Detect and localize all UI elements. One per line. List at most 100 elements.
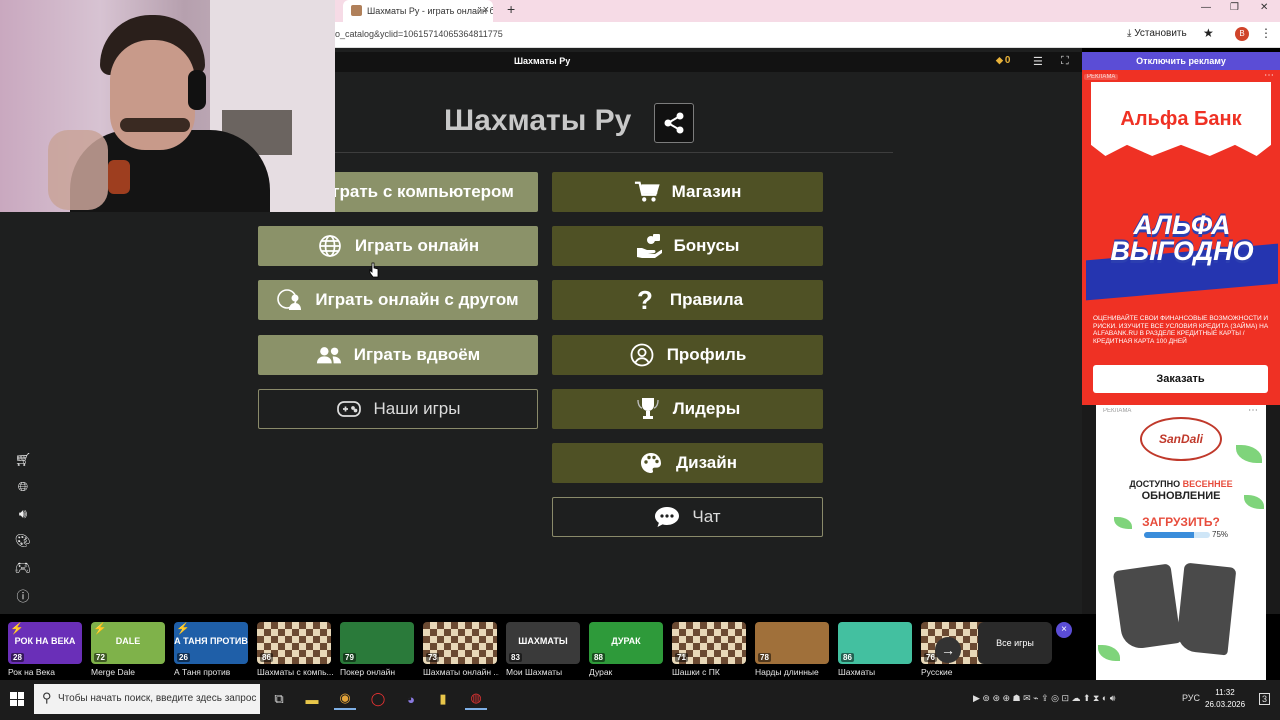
gamepad-icon[interactable]: 🎮︎ — [10, 555, 36, 581]
game-name[interactable]: Русские — [921, 667, 997, 677]
rules-button[interactable]: ? Правила — [552, 280, 823, 320]
menu-icon[interactable]: ☰ — [1033, 55, 1043, 68]
all-games-button[interactable]: Все игры — [978, 622, 1052, 664]
game-header-title: Шахматы Ру — [514, 56, 571, 66]
button-label: Лидеры — [672, 399, 741, 418]
clock-time: 11:32 — [1215, 688, 1235, 697]
game-name[interactable]: Шахматы — [838, 667, 914, 677]
chrome-icon[interactable]: ◉ — [334, 688, 356, 710]
ad-menu-icon[interactable]: ⋯ — [1264, 70, 1274, 81]
bonuses-button[interactable]: Бонусы — [552, 226, 823, 266]
site-favicon-icon — [351, 5, 362, 16]
order-button[interactable]: Заказать — [1093, 365, 1268, 393]
browser-menu-icon[interactable]: ⋮ — [1260, 26, 1272, 40]
next-arrow-icon[interactable]: → — [935, 637, 961, 663]
game-name[interactable]: Merge Dale — [91, 667, 167, 677]
game-card[interactable]: 71 — [672, 622, 746, 664]
leaders-button[interactable]: Лидеры — [552, 389, 823, 429]
coin-counter[interactable]: 0 — [996, 55, 1011, 66]
game-rating: 71 — [675, 653, 688, 662]
play-online-button[interactable]: Играть онлайн — [258, 226, 538, 266]
game-rating: 88 — [592, 653, 605, 662]
share-button[interactable] — [654, 103, 694, 143]
load-percent: 75% — [1212, 530, 1229, 539]
taskbar-clock[interactable]: 11:32 26.03.2026 — [1205, 687, 1245, 711]
address-bar: o_catalog&yclid=10615714065364811775 Уст… — [335, 22, 1280, 48]
profile-button[interactable]: Профиль — [552, 335, 823, 375]
button-label: Играть с компьютером — [320, 182, 514, 201]
game-card[interactable]: ДУРАК 88 — [589, 622, 663, 664]
game-name[interactable]: Мои Шахматы — [506, 667, 582, 677]
game-card[interactable]: 73 — [423, 622, 497, 664]
our-games-button[interactable]: Наши игры — [258, 389, 538, 429]
restore-icon[interactable]: ❐ — [1230, 2, 1239, 13]
disable-ads-button[interactable]: Отключить рекламу — [1082, 52, 1280, 70]
game-name[interactable]: Шахматы онлайн ... — [423, 667, 499, 677]
game-name[interactable]: Покер онлайн — [340, 667, 416, 677]
game-card[interactable]: 86 — [838, 622, 912, 664]
task-view-icon[interactable]: ⧉ — [268, 688, 290, 710]
play-online-with-friend-button[interactable]: Играть онлайн с другом — [258, 280, 538, 320]
minimize-icon[interactable]: — — [1201, 2, 1211, 13]
game-name[interactable]: Шахматы с компь... — [257, 667, 333, 677]
chat-icon — [654, 504, 680, 530]
game-name[interactable]: Рок на Века — [8, 667, 84, 677]
sandali-ad[interactable]: РЕКЛАМА ⋯ SanDali ДОСТУПНО ВЕСЕННЕЕ ОБНО… — [1096, 405, 1266, 685]
bolt-icon: ⚡ — [176, 623, 190, 635]
game-name[interactable]: Шашки с ПК — [672, 667, 748, 677]
play-two-players-button[interactable]: Играть вдвоём — [258, 335, 538, 375]
button-label: Профиль — [666, 345, 747, 364]
account-avatar[interactable]: В — [1235, 27, 1249, 41]
taskbar-search-input[interactable]: Чтобы начать поиск, введите здесь запрос — [34, 684, 260, 714]
globe-icon[interactable]: 🌐︎ — [10, 474, 36, 500]
shop-button[interactable]: Магазин — [552, 172, 823, 212]
install-app-button[interactable]: Установить — [1127, 28, 1187, 39]
palette-icon[interactable]: 🎨︎ — [10, 528, 36, 554]
close-window-icon[interactable]: ✕ — [1260, 2, 1268, 13]
game-name[interactable]: Нарды длинные — [755, 667, 831, 677]
url-field[interactable]: o_catalog&yclid=10615714065364811775 — [335, 29, 503, 39]
info-icon[interactable]: ⓘ — [10, 582, 36, 608]
opera-icon[interactable]: ◯ — [367, 688, 389, 710]
obs-icon[interactable]: ◍ — [465, 688, 487, 710]
discord-icon[interactable]: ◕ — [400, 688, 422, 710]
notifications-icon[interactable]: 3 — [1259, 693, 1271, 705]
design-button[interactable]: Дизайн — [552, 443, 823, 483]
game-card[interactable]: ⚡ РОК НА ВЕКА 28 — [8, 622, 82, 664]
bookmark-star-icon[interactable]: ★ — [1203, 26, 1214, 40]
users-globe-icon — [277, 287, 303, 313]
game-name[interactable]: Дурак — [589, 667, 665, 677]
game-card[interactable]: ⚡ DALE 72 — [91, 622, 165, 664]
update-line1: ДОСТУПНО ВЕСЕННЕЕ — [1096, 479, 1266, 489]
game-card[interactable]: ⚡ А ТАНЯ ПРОТИВ 26 — [174, 622, 248, 664]
game-card[interactable]: 86 — [257, 622, 331, 664]
bolt-icon: ⚡ — [10, 623, 24, 635]
app-icon[interactable]: ▮ — [432, 688, 454, 710]
sound-icon[interactable]: 🔊︎ — [10, 501, 36, 527]
new-tab-icon[interactable]: + — [507, 1, 515, 17]
clock-date: 26.03.2026 — [1205, 700, 1246, 709]
game-name[interactable]: А Таня против — [174, 667, 250, 677]
browser-tab[interactable]: Шахматы Ру - играть онлайн б... × — [343, 0, 493, 22]
windows-start-icon[interactable] — [10, 692, 24, 706]
chat-button[interactable]: Чат — [552, 497, 823, 537]
language-indicator[interactable]: РУС — [1182, 693, 1200, 703]
ad-label: РЕКЛАМА — [1084, 74, 1119, 80]
close-tab-icon[interactable]: × — [483, 4, 489, 16]
trophy-icon — [635, 396, 661, 422]
bonus-hand-icon — [636, 233, 662, 259]
game-card-art-text: DALE — [115, 636, 141, 646]
game-card[interactable]: ШАХМАТЫ 83 — [506, 622, 580, 664]
tray-icons[interactable]: ▶ ⊚ ⊛ ⊕ ☗ ✉ ⌁ ⇪ ◎ ⊡ ☁ ⬆ ⧗ ◐ 🔊︎ — [973, 693, 1115, 704]
close-strip-icon[interactable]: × — [1056, 622, 1072, 638]
user-circle-icon — [629, 342, 655, 368]
cart-icon[interactable]: 🛒︎ — [10, 447, 36, 473]
cart-icon — [634, 179, 660, 205]
game-card[interactable]: 79 — [340, 622, 414, 664]
game-card[interactable]: 78 — [755, 622, 829, 664]
ad-menu-icon[interactable]: ⋯ — [1248, 405, 1258, 416]
fullscreen-icon[interactable]: ⛶ — [1061, 55, 1069, 68]
browser-tab-bar: Шахматы Ру - играть онлайн б... × + — ❐ … — [335, 0, 1280, 22]
side-toolbar: 🛒︎ 🌐︎ 🔊︎ 🎨︎ 🎮︎ ⓘ — [10, 447, 36, 609]
file-explorer-icon[interactable]: ▬ — [301, 688, 323, 710]
